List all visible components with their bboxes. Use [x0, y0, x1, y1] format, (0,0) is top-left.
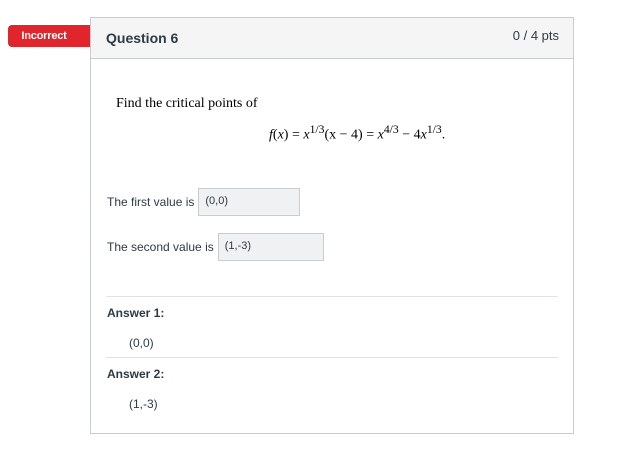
formula-end: . [441, 127, 446, 143]
question-header: Question 6 0 / 4 pts [91, 18, 573, 59]
formula-exp-1: 1/3 [309, 123, 325, 136]
formula-exp-2: 4/3 [383, 123, 399, 136]
formula-minus-term: − 4 [398, 127, 421, 143]
question-title: Question 6 [106, 30, 179, 46]
question-card: Question 6 0 / 4 pts Find the critical p… [90, 17, 574, 434]
response-label-1: The first value is [107, 195, 195, 209]
response-line-2: The second value is (1,-3) [107, 233, 324, 261]
response-field-2[interactable]: (1,-3) [217, 233, 324, 261]
response-label-2: The second value is [107, 240, 214, 254]
answer-label-2: Answer 2: [107, 367, 165, 381]
answer-value-2: (1,-3) [129, 397, 158, 411]
response-field-1[interactable]: (0,0) [198, 188, 301, 216]
question-prompt: Find the critical points of [116, 96, 258, 111]
response-line-1: The first value is (0,0) [107, 188, 301, 216]
answer-label-1: Answer 1: [107, 306, 165, 320]
divider [106, 357, 558, 358]
question-formula: f(x) = x1/3(x − 4) = x4/3 − 4x1/3. [269, 123, 446, 143]
quiz-page: Incorrect Question 6 0 / 4 pts Find the … [0, 0, 628, 452]
formula-x1: x [277, 127, 284, 143]
answer-value-1: (0,0) [129, 336, 154, 350]
formula-f: f [269, 127, 273, 143]
formula-paren: (x − 4) = [324, 127, 378, 143]
incorrect-badge: Incorrect [8, 25, 102, 47]
formula-exp-3: 1/3 [426, 123, 442, 136]
question-points: 0 / 4 pts [512, 28, 559, 43]
divider [106, 296, 558, 297]
